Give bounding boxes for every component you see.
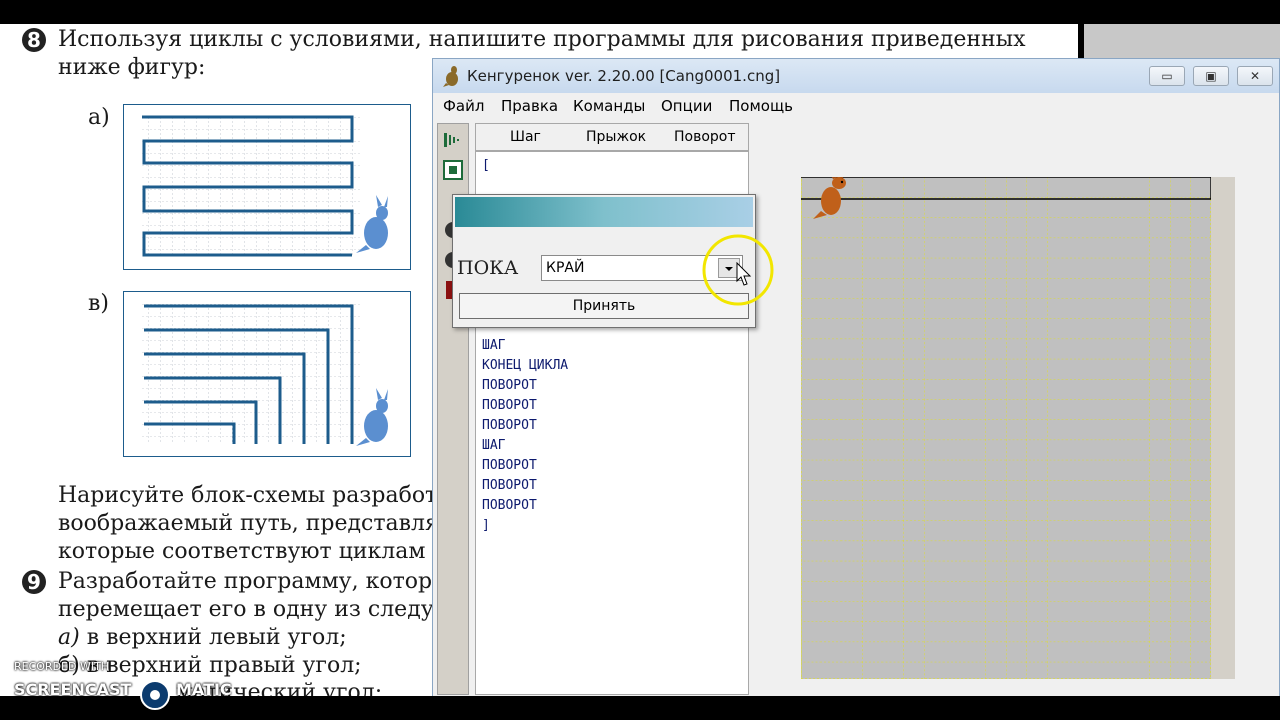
- code-line: ШАГ: [482, 338, 506, 353]
- task-8-number: 8: [22, 28, 46, 52]
- command-toolbar: Шаг Прыжок Поворот: [475, 123, 749, 151]
- code-line: ]: [482, 518, 490, 533]
- menu-options[interactable]: Опции: [661, 97, 712, 115]
- maximize-button[interactable]: ▣: [1193, 66, 1229, 86]
- desktop-background: [1084, 24, 1280, 60]
- menu-file[interactable]: Файл: [443, 97, 484, 115]
- menu-commands[interactable]: Команды: [573, 97, 645, 115]
- paragraph-line-1: Нарисуйте блок-схемы разработанн: [58, 483, 480, 508]
- command-jump[interactable]: Прыжок: [586, 129, 646, 145]
- task-9-line-1: Разработайте программу, которая н: [58, 569, 481, 594]
- kangaroo-icon: [356, 388, 388, 446]
- figure-a-drawing: [142, 115, 388, 257]
- code-line: ПОВОРОТ: [482, 398, 537, 413]
- menu-bar: Файл Правка Команды Опции Помощь: [433, 93, 1279, 117]
- paragraph-line-2: воображаемый путь, представляю: [58, 511, 459, 536]
- task-9-line-2: перемещает его в одну из следующи: [58, 597, 488, 622]
- condition-value: КРАЙ: [546, 260, 585, 276]
- kangaroo-app-window[interactable]: Кенгуренок ver. 2.20.00 [Cang0001.cng] ▭…: [432, 58, 1280, 700]
- menu-edit[interactable]: Правка: [501, 97, 558, 115]
- code-line: ПОВОРОТ: [482, 498, 537, 513]
- while-label: ПОКА: [457, 257, 519, 279]
- watermark-screencast: SCREENCAST: [14, 680, 132, 699]
- menu-help[interactable]: Помощь: [729, 97, 793, 115]
- field-grid: [800, 167, 1212, 680]
- figure-b-box: [123, 291, 411, 457]
- task-8-line-1: Используя циклы с условиями, напишите пр…: [58, 27, 1026, 52]
- figure-b-label: в): [88, 291, 109, 316]
- minimize-button[interactable]: ▭: [1149, 66, 1185, 86]
- figure-a-label: а): [88, 105, 110, 130]
- code-line: ШАГ: [482, 438, 506, 453]
- watermark-matic: MATIC: [176, 680, 232, 699]
- task-8-line-2: ниже фигур:: [58, 55, 206, 80]
- video-letterbox-top: [0, 0, 1280, 24]
- kangaroo-icon: [356, 195, 388, 253]
- watermark-recorded: RECORDED WITH: [14, 660, 110, 673]
- command-step[interactable]: Шаг: [510, 129, 541, 145]
- code-line: ПОВОРОТ: [482, 418, 537, 433]
- code-line: ПОВОРОТ: [482, 458, 537, 473]
- figure-a-box: [123, 104, 411, 270]
- figure-b-drawing: [142, 302, 388, 446]
- task-9-item-a: а) в верхний левый угол;: [58, 624, 347, 652]
- code-line: ПОВОРОТ: [482, 478, 537, 493]
- step-tool-icon[interactable]: [443, 130, 463, 150]
- command-turn[interactable]: Поворот: [674, 129, 736, 145]
- task-9-item-a-mark: а): [58, 625, 80, 650]
- window-titlebar[interactable]: Кенгуренок ver. 2.20.00 [Cang0001.cng] ▭…: [433, 59, 1279, 93]
- task-9-item-a-text: в верхний левый угол;: [79, 625, 347, 650]
- drawing-field[interactable]: [800, 167, 1212, 680]
- paragraph-line-3: которые соответствуют циклам с ус: [58, 539, 478, 564]
- code-line: [: [482, 158, 490, 173]
- dialog-titlebar[interactable]: [455, 197, 753, 227]
- close-button[interactable]: ✕: [1237, 66, 1273, 86]
- field-scroll-area: [1211, 177, 1235, 679]
- kangaroo-app-icon: [443, 66, 458, 87]
- screencast-logo-icon: [140, 680, 170, 710]
- mouse-cursor-icon: [736, 262, 752, 286]
- task-9-number: 9: [22, 570, 46, 594]
- window-title: Кенгуренок ver. 2.20.00 [Cang0001.cng]: [467, 67, 781, 85]
- code-line: КОНЕЦ ЦИКЛА: [482, 358, 569, 373]
- stop-tool-icon[interactable]: [443, 160, 463, 180]
- video-letterbox-bottom: [0, 696, 1280, 720]
- code-line: ПОВОРОТ: [482, 378, 537, 393]
